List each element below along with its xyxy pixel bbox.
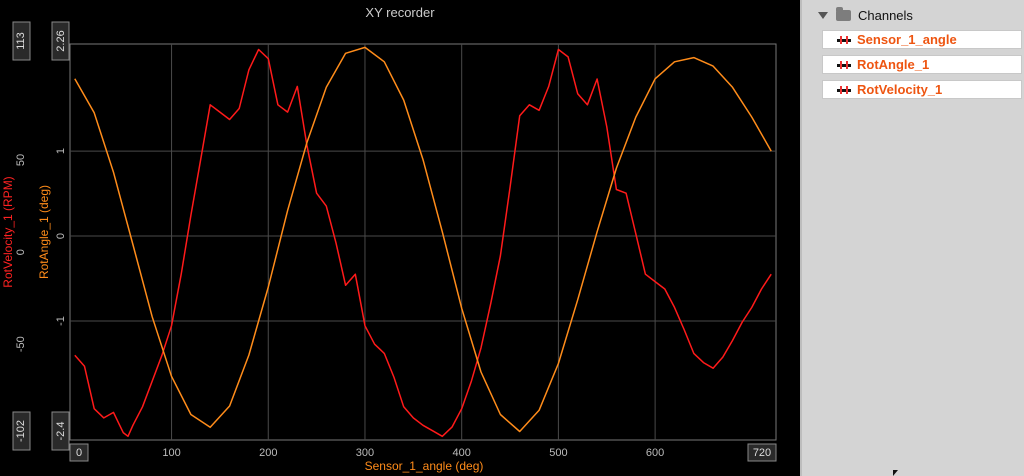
- channels-tree-header[interactable]: Channels: [818, 6, 913, 23]
- x-tick-label: 500: [549, 447, 567, 459]
- x-tick-label: 200: [259, 447, 277, 459]
- x-tick-label: 100: [162, 447, 180, 459]
- y2-min-label: -2.4: [55, 422, 67, 441]
- y2-axis-label: RotAngle_1 (deg): [37, 185, 51, 279]
- plot-area: [69, 43, 777, 441]
- channel-icon: [837, 60, 851, 69]
- x-axis-label: Sensor_1_angle (deg): [365, 459, 484, 473]
- chart-title: XY recorder: [365, 5, 435, 20]
- y1-min-label: -102: [15, 420, 27, 442]
- channel-item-rotvelocity-1[interactable]: RotVelocity_1: [822, 80, 1022, 99]
- channel-label: RotVelocity_1: [857, 82, 943, 97]
- y2-tick-label: -1: [55, 316, 67, 326]
- channel-icon: [837, 35, 851, 44]
- channel-item-rotangle-1[interactable]: RotAngle_1: [822, 55, 1022, 74]
- channel-label: RotAngle_1: [857, 57, 930, 72]
- y1-max-label: 113: [15, 32, 27, 50]
- channels-header-label: Channels: [858, 7, 913, 23]
- x-max-label: 720: [753, 447, 771, 459]
- chart-canvas: XY recorder100 200 300 400 500 6000 720Sensor_…: [1, 5, 777, 473]
- y1-axis-label: RotVelocity_1 (RPM): [1, 176, 15, 287]
- mouse-pointer-icon: [893, 470, 898, 476]
- y1-tick-label: 50: [15, 154, 27, 166]
- folder-icon: [836, 6, 851, 21]
- y2-tick-label: 1: [55, 148, 67, 154]
- channel-label: Sensor_1_angle: [857, 32, 957, 47]
- y2-max-label: 2.26: [55, 30, 67, 51]
- y1-tick-label: 0: [15, 249, 27, 255]
- x-tick-label: 400: [453, 447, 471, 459]
- x-tick-label: 300: [356, 447, 374, 459]
- channels-panel: Channels Sensor_1_angle RotAngle_1 RotVe…: [800, 0, 1024, 476]
- y1-tick-label: -50: [15, 336, 27, 352]
- channel-icon: [837, 85, 851, 94]
- expand-arrow-icon[interactable]: [818, 11, 828, 19]
- x-min-label: 0: [76, 447, 82, 459]
- y2-tick-label: 0: [55, 233, 67, 239]
- channel-item-sensor-1-angle[interactable]: Sensor_1_angle: [822, 30, 1022, 49]
- xy-recorder-chart[interactable]: XY recorder 100 200 300 400 500 600 0 720 Sensor_…: [0, 0, 800, 476]
- x-tick-label: 600: [646, 447, 664, 459]
